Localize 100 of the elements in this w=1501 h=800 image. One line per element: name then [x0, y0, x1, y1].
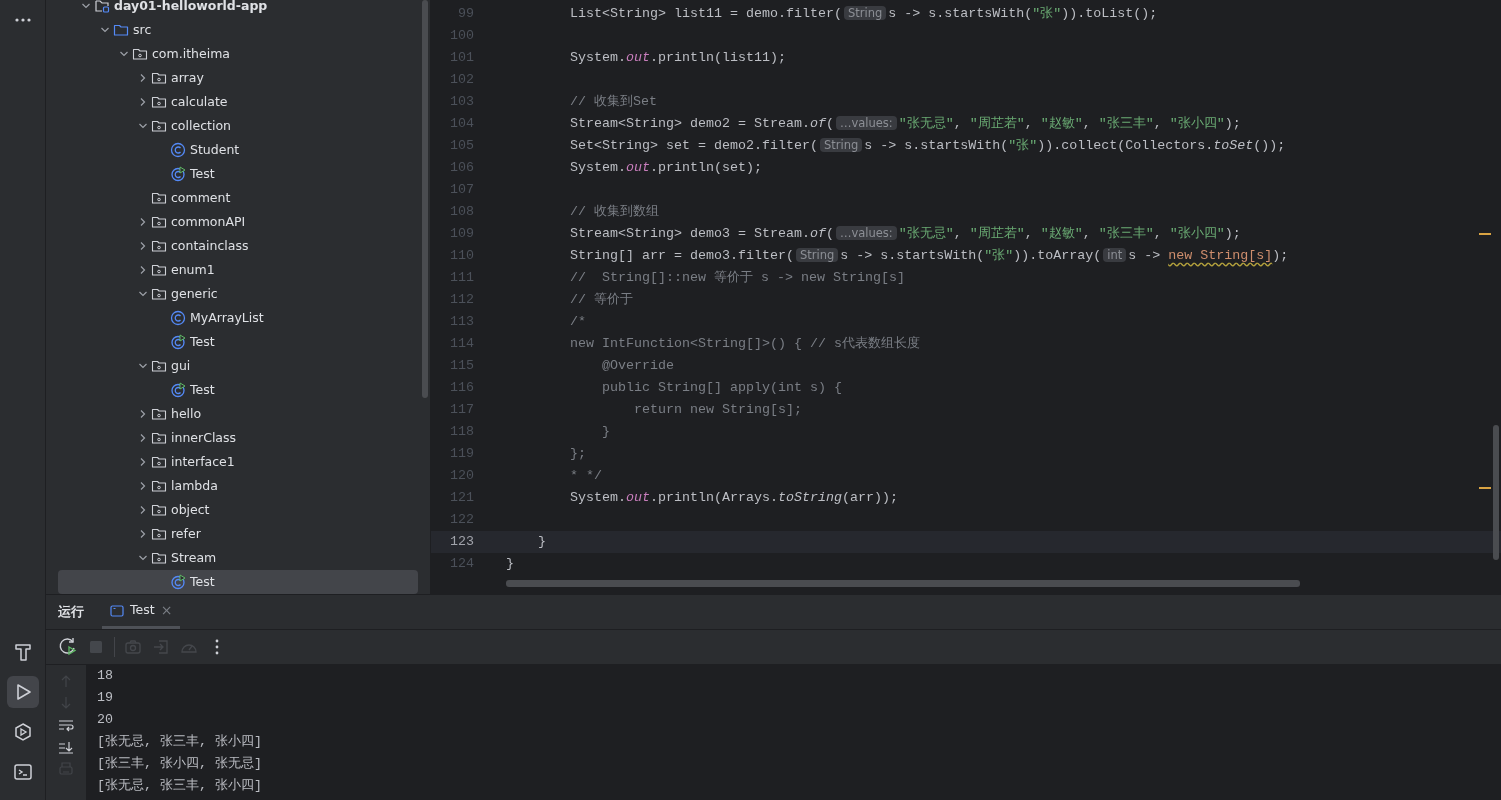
code-text: Set<String> set = demo2.filter(	[569, 138, 818, 153]
run-tab[interactable]: Test ×	[102, 595, 181, 629]
package-icon	[151, 190, 167, 206]
line-number: 123	[449, 533, 474, 551]
code-text: s -> s.startsWith(	[864, 138, 1009, 153]
tree-item[interactable]: array	[58, 66, 418, 90]
output-line: [张三丰, 张小四, 张无忌]	[97, 755, 263, 773]
code-text: "张"	[1032, 6, 1062, 21]
class-icon	[170, 142, 186, 158]
code-text: Stream<String> demo2 = Stream.	[569, 116, 810, 131]
code-line: System.out.println(set);	[569, 159, 762, 177]
package-icon	[151, 526, 167, 542]
package-icon	[151, 478, 167, 494]
code-line: System.out.println(list11);	[569, 49, 786, 67]
hammer-icon[interactable]	[12, 642, 33, 662]
runnable-class-icon	[170, 166, 186, 182]
tree-item[interactable]: hello	[58, 402, 418, 426]
runnable-class-icon	[170, 574, 186, 590]
code-text: );	[1272, 248, 1289, 263]
scrollbar[interactable]	[506, 580, 1300, 587]
code-text: ());	[1253, 138, 1286, 153]
code-line: public String[] apply(int s) {	[600, 379, 842, 397]
services-icon[interactable]	[12, 722, 33, 742]
tree-item[interactable]: object	[58, 498, 418, 522]
tree-item[interactable]: src	[58, 18, 418, 42]
tree-item[interactable]: containclass	[58, 234, 418, 258]
code-text: ,	[953, 226, 963, 241]
tree-item[interactable]: MyArrayList	[58, 306, 418, 330]
warning-marker[interactable]	[1479, 233, 1491, 235]
code-text: toSet	[1213, 138, 1254, 153]
scrollbar[interactable]	[422, 0, 428, 398]
code-line: return new String[s];	[632, 401, 802, 419]
code-text: new String[s]	[1168, 248, 1273, 263]
code-text: "赵敏"	[1040, 226, 1083, 241]
tree-item[interactable]: lambda	[58, 474, 418, 498]
code-text: ,	[1024, 226, 1034, 241]
tree-item[interactable]: gui	[58, 354, 418, 378]
code-text: (	[825, 116, 834, 131]
package-icon	[151, 94, 167, 110]
tree-item[interactable]: collection	[58, 114, 418, 138]
package-icon	[151, 550, 167, 566]
parameter-hint: String	[795, 248, 839, 262]
warning-marker[interactable]	[1479, 487, 1491, 489]
tree-item[interactable]: Test	[58, 330, 418, 354]
tree-item[interactable]: Test	[58, 378, 418, 402]
module-icon	[94, 0, 110, 14]
code-text: )).toArray(	[1013, 248, 1102, 263]
tree-item[interactable]: comment	[58, 186, 418, 210]
code-text: Stream<String> demo3 = Stream.	[569, 226, 810, 241]
tree-item[interactable]: refer	[58, 522, 418, 546]
code-text: "张"	[984, 248, 1014, 263]
soft-wrap-icon[interactable]	[58, 717, 74, 733]
package-icon	[132, 46, 148, 62]
code-text: s -> s.startsWith(	[888, 6, 1033, 21]
tree-item[interactable]: com.itheima	[58, 42, 418, 66]
tree-item[interactable]: interface1	[58, 450, 418, 474]
package-icon	[151, 502, 167, 518]
tree-item[interactable]: enum1	[58, 258, 418, 282]
tree-item[interactable]: innerClass	[58, 426, 418, 450]
rerun-icon[interactable]	[58, 637, 78, 657]
tree-item[interactable]: Test	[58, 162, 418, 186]
code-text: List<String> list11 = demo.filter(	[569, 6, 842, 21]
tree-item[interactable]: day01-helloworld-app	[58, 0, 418, 18]
tree-item[interactable]: Student	[58, 138, 418, 162]
code-text: ,	[1082, 226, 1092, 241]
code-text: );	[1224, 226, 1241, 241]
output-line: [张无忌, 张三丰, 张小四]	[97, 733, 263, 751]
tree-item[interactable]: generic	[58, 282, 418, 306]
scrollbar[interactable]	[1493, 425, 1499, 560]
package-icon	[151, 430, 167, 446]
package-icon	[151, 286, 167, 302]
package-icon	[151, 406, 167, 422]
package-icon	[151, 118, 167, 134]
code-line: new IntFunction<String[]>() { // s代表数组长度	[569, 335, 920, 353]
code-line: /*	[569, 313, 586, 331]
tree-item[interactable]: calculate	[58, 90, 418, 114]
code-text: (	[825, 226, 834, 241]
code-line: // 收集到数组	[569, 203, 659, 221]
package-icon	[151, 70, 167, 86]
code-line: * */	[569, 467, 602, 485]
tree-item[interactable]: commonAPI	[58, 210, 418, 234]
output-line: 19	[97, 689, 114, 707]
output-line: [张无忌, 张三丰, 张小四]	[97, 777, 263, 795]
tree-item[interactable]: Test	[58, 570, 418, 594]
code-text: "张"	[1008, 138, 1038, 153]
code-text: ,	[953, 116, 963, 131]
tree-item[interactable]: Stream	[58, 546, 418, 570]
parameter-hint: int	[1103, 248, 1127, 262]
code-text: "周芷若"	[969, 116, 1025, 131]
code-text: )).collect(Collectors.	[1037, 138, 1214, 153]
class-icon	[170, 310, 186, 326]
terminal-icon[interactable]	[12, 762, 33, 782]
code-text: of	[809, 226, 826, 241]
scroll-to-end-icon[interactable]	[58, 739, 74, 755]
code-line: // String[]::new 等价于 s -> new String[s]	[569, 269, 905, 287]
code-text: "张无忌"	[898, 226, 954, 241]
parameter-hint: …values:	[835, 116, 897, 130]
package-icon	[151, 238, 167, 254]
output-line: 20	[97, 711, 114, 729]
code-line: }	[506, 555, 514, 573]
